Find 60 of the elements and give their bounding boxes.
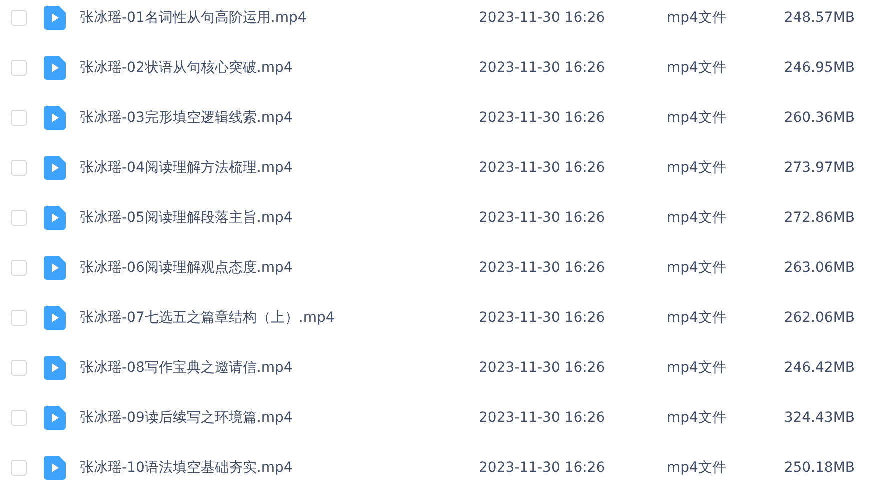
file-name[interactable]: 张冰瑶-10语法填空基础夯实.mp4: [80, 459, 479, 477]
modified-date: 2023-11-30 16:26: [479, 310, 606, 326]
video-file-icon: [44, 306, 66, 330]
file-size: 273.97MB: [783, 160, 855, 176]
modified-date: 2023-11-30 16:26: [479, 260, 606, 276]
modified-date: 2023-11-30 16:26: [479, 10, 606, 26]
checkbox[interactable]: [11, 360, 27, 376]
video-file-icon: [44, 6, 66, 30]
checkbox[interactable]: [11, 260, 27, 276]
video-file-icon: [44, 106, 66, 130]
video-file-icon: [44, 356, 66, 380]
file-type: mp4文件: [667, 459, 728, 477]
file-size: 263.06MB: [783, 260, 855, 276]
file-name[interactable]: 张冰瑶-09读后续写之环境篇.mp4: [80, 409, 479, 427]
file-size: 246.42MB: [783, 360, 855, 376]
file-size: 272.86MB: [783, 210, 855, 226]
checkbox[interactable]: [11, 10, 27, 26]
file-type: mp4文件: [667, 409, 728, 427]
file-size: 262.06MB: [783, 310, 855, 326]
file-size: 324.43MB: [783, 410, 855, 426]
file-type: mp4文件: [667, 159, 728, 177]
video-file-icon: [44, 256, 66, 280]
file-size: 246.95MB: [783, 60, 855, 76]
checkbox[interactable]: [11, 110, 27, 126]
file-name[interactable]: 张冰瑶-07七选五之篇章结构（上）.mp4: [80, 309, 479, 327]
checkbox[interactable]: [11, 160, 27, 176]
file-name[interactable]: 张冰瑶-08写作宝典之邀请信.mp4: [80, 359, 479, 377]
video-file-icon: [44, 156, 66, 180]
checkbox[interactable]: [11, 460, 27, 476]
file-size: 260.36MB: [783, 110, 855, 126]
file-name[interactable]: 张冰瑶-01名词性从句高阶运用.mp4: [80, 9, 479, 27]
modified-date: 2023-11-30 16:26: [479, 210, 606, 226]
file-size: 248.57MB: [783, 10, 855, 26]
video-file-icon: [44, 456, 66, 480]
checkbox[interactable]: [11, 410, 27, 426]
modified-date: 2023-11-30 16:26: [479, 460, 606, 476]
file-type: mp4文件: [667, 209, 728, 227]
file-type: mp4文件: [667, 259, 728, 277]
file-type: mp4文件: [667, 9, 728, 27]
file-name[interactable]: 张冰瑶-06阅读理解观点态度.mp4: [80, 259, 479, 277]
video-file-icon: [44, 406, 66, 430]
file-name[interactable]: 张冰瑶-04阅读理解方法梳理.mp4: [80, 159, 479, 177]
file-name[interactable]: 张冰瑶-05阅读理解段落主旨.mp4: [80, 209, 479, 227]
checkbox[interactable]: [11, 210, 27, 226]
modified-date: 2023-11-30 16:26: [479, 410, 606, 426]
file-type: mp4文件: [667, 109, 728, 127]
file-type: mp4文件: [667, 59, 728, 77]
video-file-icon: [44, 56, 66, 80]
file-size: 250.18MB: [783, 460, 855, 476]
modified-date: 2023-11-30 16:26: [479, 360, 606, 376]
modified-date: 2023-11-30 16:26: [479, 160, 606, 176]
file-type: mp4文件: [667, 309, 728, 327]
modified-date: 2023-11-30 16:26: [479, 110, 606, 126]
file-name[interactable]: 张冰瑶-02状语从句核心突破.mp4: [80, 59, 479, 77]
modified-date: 2023-11-30 16:26: [479, 60, 606, 76]
video-file-icon: [44, 206, 66, 230]
file-name[interactable]: 张冰瑶-03完形填空逻辑线索.mp4: [80, 109, 479, 127]
checkbox[interactable]: [11, 310, 27, 326]
file-type: mp4文件: [667, 359, 728, 377]
checkbox[interactable]: [11, 60, 27, 76]
